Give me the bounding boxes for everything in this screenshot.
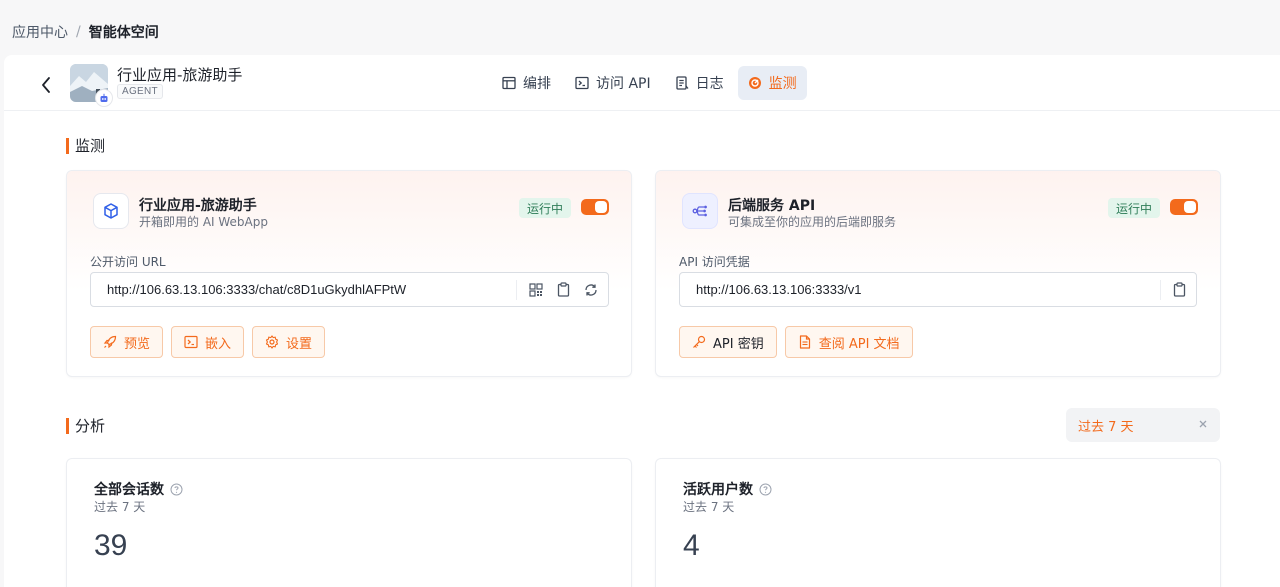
api-key-label: API 密钥 — [713, 336, 764, 352]
robot-icon — [96, 90, 112, 106]
clipboard-icon[interactable] — [1173, 282, 1186, 297]
backend-icon-box — [682, 193, 718, 229]
gear-icon — [265, 335, 279, 349]
api-flow-icon — [692, 205, 707, 217]
breadcrumb-current: 智能体空间 — [88, 25, 159, 41]
webapp-actions: 预览 嵌入 设置 — [90, 326, 326, 358]
breadcrumb-separator: / — [76, 24, 81, 40]
qrcode-icon[interactable] — [529, 282, 543, 297]
terminal-icon — [184, 335, 198, 349]
time-range-value: 过去 7 天 — [1078, 419, 1134, 435]
tab-orchestrate[interactable]: 编排 — [492, 66, 561, 100]
api-key-button[interactable]: API 密钥 — [679, 326, 777, 358]
app-thumbnail — [70, 64, 112, 106]
stat-card-active-users: 活跃用户数 过去 7 天 4 — [655, 458, 1221, 587]
file-text-icon — [799, 335, 810, 349]
stat-card-total-sessions: 全部会话数 过去 7 天 39 — [66, 458, 632, 587]
url-actions — [516, 279, 608, 300]
time-range-select[interactable]: 过去 7 天 — [1066, 408, 1220, 442]
stat-title-text: 全部会话数 — [94, 482, 164, 498]
webapp-toggle[interactable] — [581, 199, 609, 215]
settings-button[interactable]: 设置 — [252, 326, 326, 358]
breadcrumb: 应用中心 / 智能体空间 — [12, 22, 159, 42]
preview-label: 预览 — [124, 336, 151, 352]
stat-subtitle: 过去 7 天 — [94, 500, 146, 514]
api-docs-button[interactable]: 查阅 API 文档 — [784, 326, 913, 358]
backend-toggle[interactable] — [1170, 199, 1198, 215]
tab-label: 日志 — [695, 76, 724, 92]
app-type-tag: AGENT — [117, 84, 163, 99]
tab-label: 监测 — [768, 76, 797, 92]
tab-logs[interactable]: 日志 — [665, 66, 734, 100]
status-badge: 运行中 — [519, 198, 572, 218]
stat-title-text: 活跃用户数 — [683, 482, 753, 498]
tab-access-api[interactable]: 访问 API — [565, 66, 661, 100]
rocket-icon — [103, 335, 117, 349]
embed-button[interactable]: 嵌入 — [171, 326, 245, 358]
tab-label: 编排 — [523, 76, 551, 92]
app-header: 行业应用-旅游助手 AGENT 编排 访问 API 日志 监测 — [4, 55, 1280, 111]
status-badge: 运行中 — [1108, 198, 1161, 218]
webapp-title: 行业应用-旅游助手 — [139, 198, 257, 214]
backend-title: 后端服务 API — [728, 198, 816, 214]
monitor-icon — [748, 77, 761, 89]
layout-icon — [502, 76, 516, 90]
refresh-icon[interactable] — [584, 283, 598, 297]
webapp-subtitle: 开箱即用的 AI WebApp — [139, 215, 268, 229]
close-icon[interactable] — [1198, 418, 1208, 433]
stat-subtitle: 过去 7 天 — [683, 500, 735, 514]
help-icon[interactable] — [759, 483, 772, 496]
public-url-label: 公开访问 URL — [90, 255, 166, 269]
key-icon — [693, 335, 706, 348]
api-url-text: http://106.63.13.106:3333/v1 — [696, 282, 862, 297]
public-url-field[interactable]: http://106.63.13.106:3333/chat/c8D1uGkyd… — [90, 272, 609, 307]
stat-value: 4 — [683, 529, 700, 562]
monitor-section-title: 监测 — [66, 138, 105, 154]
back-button[interactable] — [38, 75, 54, 95]
tab-label: 访问 API — [596, 76, 651, 92]
settings-label: 设置 — [286, 336, 313, 352]
webapp-card: 行业应用-旅游助手 开箱即用的 AI WebApp 运行中 公开访问 URL h… — [66, 170, 632, 377]
cube-icon — [104, 203, 118, 219]
stat-title: 活跃用户数 — [683, 479, 772, 499]
api-url-field[interactable]: http://106.63.13.106:3333/v1 — [679, 272, 1197, 307]
public-url-text: http://106.63.13.106:3333/chat/c8D1uGkyd… — [107, 282, 407, 297]
embed-label: 嵌入 — [205, 336, 232, 352]
analysis-section-title: 分析 — [66, 418, 105, 434]
backend-subtitle: 可集成至你的应用的后端即服务 — [728, 215, 897, 229]
api-docs-label: 查阅 API 文档 — [818, 336, 900, 352]
webapp-icon-box — [93, 193, 129, 229]
backend-actions: API 密钥 查阅 API 文档 — [679, 326, 913, 358]
app-tabs: 编排 访问 API 日志 监测 — [492, 66, 807, 100]
app-name: 行业应用-旅游助手 — [117, 66, 243, 84]
document-icon — [675, 76, 689, 90]
help-icon[interactable] — [170, 483, 183, 496]
chevron-left-icon — [42, 77, 50, 93]
tab-monitor[interactable]: 监测 — [737, 66, 807, 100]
stat-value: 39 — [94, 529, 128, 562]
api-credentials-label: API 访问凭据 — [679, 255, 750, 269]
terminal-icon — [575, 76, 589, 90]
backend-api-card: 后端服务 API 可集成至你的应用的后端即服务 运行中 API 访问凭据 htt… — [655, 170, 1221, 377]
preview-button[interactable]: 预览 — [90, 326, 164, 358]
stat-title: 全部会话数 — [94, 479, 183, 499]
clipboard-icon[interactable] — [557, 282, 570, 297]
url-actions — [1160, 279, 1196, 300]
breadcrumb-root[interactable]: 应用中心 — [12, 22, 68, 42]
